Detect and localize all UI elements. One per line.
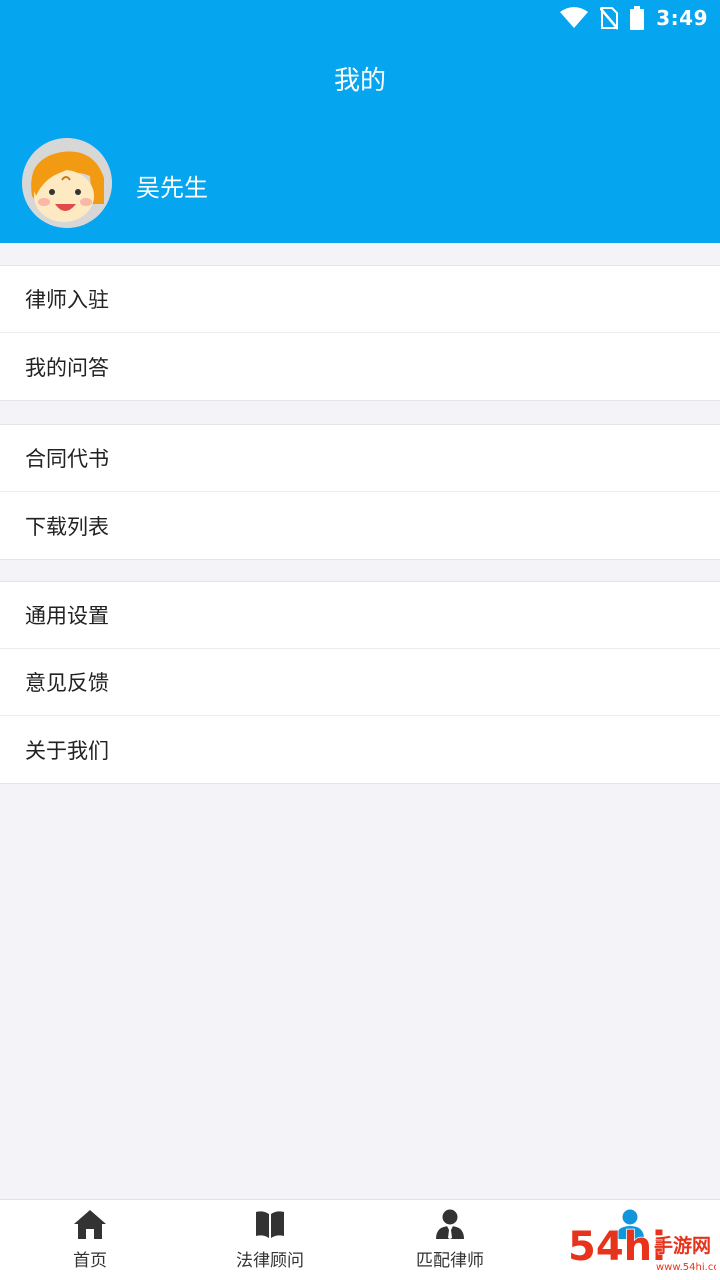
battery-icon — [630, 6, 645, 30]
menu-group-1: 律师入驻 我的问答 — [0, 265, 720, 401]
no-sim-icon — [600, 7, 619, 30]
book-icon — [253, 1208, 287, 1240]
menu-item-contract-drafting[interactable]: 合同代书 — [0, 425, 720, 492]
tab-legal-advisor[interactable]: 法律顾问 — [180, 1200, 360, 1280]
svg-text:54hi: 54hi — [568, 1224, 666, 1270]
tab-legal-advisor-label: 法律顾问 — [236, 1251, 304, 1271]
tab-match-lawyer[interactable]: 匹配律师 — [360, 1200, 540, 1280]
tab-home[interactable]: 首页 — [0, 1200, 180, 1280]
menu-item-my-qa[interactable]: 我的问答 — [0, 333, 720, 400]
page-title: 我的 — [333, 66, 386, 96]
home-icon — [73, 1208, 107, 1240]
cartoon-avatar-icon — [22, 138, 112, 228]
avatar[interactable] — [22, 138, 112, 228]
profile-header: 3:49 我的 吴先生 — [0, 0, 720, 243]
menu-group-3: 通用设置 意见反馈 关于我们 — [0, 581, 720, 784]
menu-group-2: 合同代书 下载列表 — [0, 424, 720, 560]
svg-text:www.54hi.com.cn: www.54hi.com.cn — [656, 1262, 716, 1273]
status-time: 3:49 — [656, 6, 708, 30]
tab-home-label: 首页 — [73, 1251, 107, 1271]
menu-item-general-settings[interactable]: 通用设置 — [0, 582, 720, 649]
menu-item-feedback[interactable]: 意见反馈 — [0, 649, 720, 716]
svg-text:手游网: 手游网 — [654, 1234, 711, 1257]
lawyer-icon — [433, 1208, 467, 1240]
status-bar: 3:49 — [560, 4, 708, 32]
watermark-logo: 54hi 手游网 www.54hi.com.cn — [567, 1223, 716, 1273]
menu-item-about-us[interactable]: 关于我们 — [0, 716, 720, 783]
menu-item-lawyer-join[interactable]: 律师入驻 — [0, 266, 720, 333]
wifi-icon — [560, 7, 589, 28]
username[interactable]: 吴先生 — [136, 168, 208, 203]
tab-match-lawyer-label: 匹配律师 — [416, 1251, 484, 1271]
menu-item-download-list[interactable]: 下载列表 — [0, 492, 720, 559]
